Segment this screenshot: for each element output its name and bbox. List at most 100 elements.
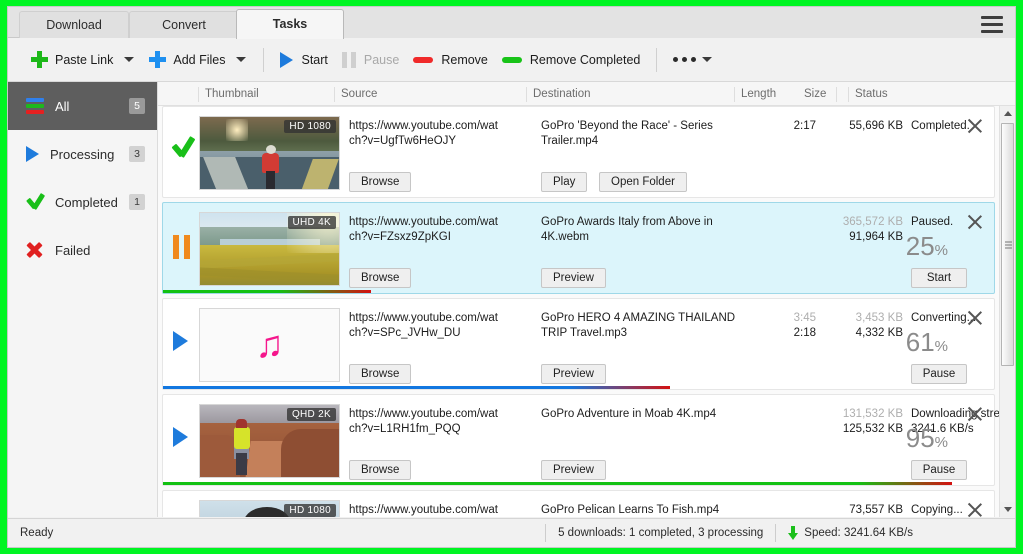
progress-bar: [163, 482, 994, 485]
play-icon: [173, 427, 188, 447]
status-text: Completed.: [911, 119, 999, 134]
column-header-thumbnail[interactable]: Thumbnail: [198, 87, 259, 102]
row-state-icon: [173, 329, 197, 357]
hamburger-bar: [981, 30, 1003, 33]
sidebar-item-processing[interactable]: Processing 3: [8, 130, 157, 178]
sidebar-item-all[interactable]: All 5: [8, 82, 157, 130]
scroll-up-button[interactable]: [1000, 106, 1015, 121]
quality-badge: UHD 4K: [288, 216, 336, 229]
size-value: 3,453 KB 4,332 KB: [821, 311, 903, 341]
add-files-button[interactable]: Add Files: [142, 45, 232, 75]
close-icon[interactable]: [966, 117, 984, 135]
content-area: All 5 Processing 3 Completed 1 Failed Th…: [8, 82, 1015, 517]
source-url: https://www.youtube.com/watch?v=FZsxz9Zp…: [349, 215, 499, 245]
scrollbar-thumb[interactable]: [1001, 123, 1014, 366]
pause-label: Pause: [364, 53, 399, 67]
column-header-destination[interactable]: Destination: [526, 87, 591, 102]
preview-button[interactable]: Preview: [541, 460, 606, 480]
sidebar-item-failed[interactable]: Failed: [8, 226, 157, 274]
size-value: 55,696 KB: [821, 119, 903, 134]
thumbnail[interactable]: ♫: [199, 308, 340, 382]
quality-badge: QHD 2K: [287, 408, 336, 421]
column-header-size[interactable]: Size: [798, 87, 826, 102]
paste-link-dropdown[interactable]: [120, 45, 138, 75]
hamburger-bar: [981, 23, 1003, 26]
destination-name: GoPro Pelican Learns To Fish.mp4: [541, 503, 756, 517]
close-icon[interactable]: [966, 309, 984, 327]
pause-row-button[interactable]: Pause: [911, 460, 967, 480]
chevron-down-icon: [124, 57, 134, 62]
preview-button[interactable]: Preview: [541, 364, 606, 384]
remove-label: Remove: [441, 53, 488, 67]
x-icon: [26, 242, 44, 258]
sidebar-badge-completed: 1: [129, 194, 145, 210]
pause-button[interactable]: Pause: [335, 45, 406, 75]
tab-strip: Download Convert Tasks: [8, 7, 1015, 38]
plus-icon: [31, 51, 48, 68]
hamburger-bar: [981, 16, 1003, 19]
length-value: 2:17: [761, 119, 816, 134]
close-icon[interactable]: [966, 213, 984, 231]
source-url: https://www.youtube.com/watch?v=: [349, 503, 499, 517]
column-header-source[interactable]: Source: [334, 87, 377, 102]
remove-button[interactable]: Remove: [406, 45, 495, 75]
start-row-button[interactable]: Start: [911, 268, 967, 288]
browse-button[interactable]: Browse: [349, 268, 411, 288]
thumbnail[interactable]: QHD 2K: [199, 404, 340, 478]
source-url: https://www.youtube.com/watch?v=L1RH1fm_…: [349, 407, 499, 437]
column-header-size-divider: [836, 87, 843, 102]
browse-button[interactable]: Browse: [349, 460, 411, 480]
table-row[interactable]: HD 1080 https://www.youtube.com/watch?v=…: [162, 490, 995, 517]
browse-button[interactable]: Browse: [349, 172, 411, 192]
start-button[interactable]: Start: [273, 45, 334, 75]
scroll-down-button[interactable]: [1000, 502, 1015, 517]
table-row[interactable]: UHD 4K https://www.youtube.com/watch?v=F…: [162, 202, 995, 294]
hamburger-menu-icon[interactable]: [975, 11, 1009, 37]
table-row[interactable]: QHD 2K https://www.youtube.com/watch?v=L…: [162, 394, 995, 486]
thumbnail[interactable]: HD 1080: [199, 116, 340, 190]
progress-bar: [163, 290, 994, 293]
table-row[interactable]: ♫ https://www.youtube.com/watch?v=SPc_JV…: [162, 298, 995, 390]
chevron-down-icon: [1004, 507, 1012, 512]
sidebar-badge-processing: 3: [129, 146, 145, 162]
paste-link-button[interactable]: Paste Link: [24, 45, 120, 75]
sidebar-badge-all: 5: [129, 98, 145, 114]
open-folder-button[interactable]: Open Folder: [599, 172, 687, 192]
tab-tasks[interactable]: Tasks: [236, 9, 344, 39]
sidebar-item-completed[interactable]: Completed 1: [8, 178, 157, 226]
row-state-icon: [173, 425, 197, 453]
paused-icon: [173, 233, 197, 259]
quality-badge: HD 1080: [284, 504, 336, 517]
tab-download[interactable]: Download: [19, 11, 129, 38]
preview-button[interactable]: Preview: [541, 268, 606, 288]
thumbnail[interactable]: HD 1080: [199, 500, 340, 517]
more-options-button[interactable]: [666, 45, 719, 75]
play-triangle-icon: [26, 146, 39, 162]
completed-check-icon: [173, 137, 197, 161]
destination-name: GoPro Adventure in Moab 4K.mp4: [541, 407, 756, 422]
column-header-length[interactable]: Length: [734, 87, 776, 102]
size-value: 73,557 KB: [821, 503, 903, 517]
close-icon[interactable]: [966, 501, 984, 517]
chevron-down-icon: [702, 57, 712, 62]
pause-row-button[interactable]: Pause: [911, 364, 967, 384]
vertical-scrollbar[interactable]: [999, 106, 1015, 517]
play-button[interactable]: Play: [541, 172, 587, 192]
sidebar-item-label: Completed: [55, 195, 129, 210]
browse-button[interactable]: Browse: [349, 364, 411, 384]
progress-percent: 25%: [906, 233, 948, 264]
thumbnail[interactable]: UHD 4K: [199, 212, 340, 286]
close-icon[interactable]: [966, 405, 984, 423]
all-stripes-icon: [26, 98, 44, 114]
music-note-icon: ♫: [255, 326, 284, 364]
task-list-header: Thumbnail Source Destination Length Size…: [158, 82, 1015, 106]
tab-convert[interactable]: Convert: [129, 11, 239, 38]
remove-completed-icon: [502, 57, 522, 63]
tab-strip-filler: [344, 11, 1015, 38]
toolbar-divider: [656, 48, 657, 72]
column-header-status[interactable]: Status: [848, 87, 888, 102]
table-row[interactable]: HD 1080 https://www.youtube.com/watch?v=…: [162, 106, 995, 198]
add-files-dropdown[interactable]: [232, 45, 250, 75]
remove-completed-button[interactable]: Remove Completed: [495, 45, 647, 75]
play-icon: [173, 331, 188, 351]
